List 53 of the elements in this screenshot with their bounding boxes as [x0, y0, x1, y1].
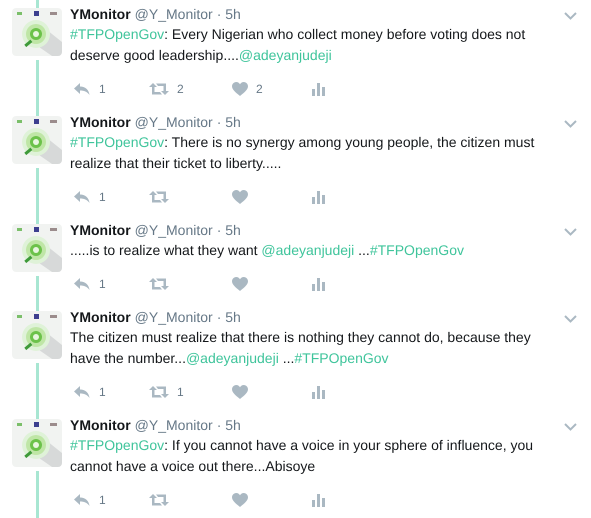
user-name[interactable]: YMonitor: [70, 112, 131, 132]
heart-icon[interactable]: [232, 493, 248, 507]
action-count: 1: [99, 189, 106, 205]
retweet-icon[interactable]: [149, 385, 169, 399]
user-handle[interactable]: @Y_Monitor: [134, 415, 213, 435]
analytics-icon[interactable]: [312, 386, 325, 398]
action-count: 2: [256, 81, 263, 97]
user-name[interactable]: YMonitor: [70, 4, 131, 24]
action-count: 1: [177, 384, 184, 400]
analytics-icon[interactable]: [312, 82, 325, 96]
reply-icon[interactable]: [73, 190, 91, 204]
tweet-text: .....is to realize what they want @adeyanjudeji ...#TFPOpenGov: [70, 241, 465, 260]
user-name[interactable]: YMonitor: [70, 415, 131, 435]
retweet-icon[interactable]: [149, 277, 169, 291]
user-name[interactable]: YMonitor: [70, 307, 131, 327]
action-count: 1: [99, 276, 106, 292]
analytics-icon[interactable]: [312, 494, 325, 506]
heart-icon[interactable]: [232, 82, 248, 96]
action-count: 1: [99, 492, 106, 508]
tweet-time[interactable]: · 5h: [216, 415, 241, 435]
user-name[interactable]: YMonitor: [70, 220, 131, 240]
heart-icon[interactable]: [232, 277, 248, 291]
tweet-text: #TFPOpenGov: If you cannot have a voice in your sphere of influence, you cannot have a voice out there...Abisoye: [70, 436, 534, 476]
action-count: 1: [99, 384, 106, 400]
chevron-down-icon[interactable]: [564, 228, 577, 236]
tweet-time[interactable]: · 5h: [216, 220, 241, 240]
user-handle[interactable]: @Y_Monitor: [134, 220, 213, 240]
reply-icon[interactable]: [73, 493, 91, 507]
user-handle[interactable]: @Y_Monitor: [134, 4, 213, 24]
chevron-down-icon[interactable]: [564, 315, 577, 323]
chevron-down-icon[interactable]: [564, 12, 577, 20]
retweet-icon[interactable]: [149, 493, 169, 507]
retweet-icon[interactable]: [149, 190, 169, 204]
heart-icon[interactable]: [232, 385, 248, 399]
tweet-text: The citizen must realize that there is nothing they cannot do, because they have the number...@adeyanjudeji ...#TFPOpenGov: [70, 328, 532, 368]
chevron-down-icon[interactable]: [564, 120, 577, 128]
tweet-time[interactable]: · 5h: [216, 112, 241, 132]
reply-icon[interactable]: [73, 385, 91, 399]
reply-icon[interactable]: [73, 277, 91, 291]
tweet-time[interactable]: · 5h: [216, 4, 241, 24]
tweet-text: #TFPOpenGov: Every Nigerian who collect money before voting does not deserve good leadership....@adeyanjudeji: [70, 25, 526, 65]
heart-icon[interactable]: [232, 190, 248, 204]
tweet-time[interactable]: · 5h: [216, 307, 241, 327]
retweet-icon[interactable]: [149, 82, 169, 96]
action-count: 2: [177, 81, 184, 97]
user-handle[interactable]: @Y_Monitor: [134, 112, 213, 132]
user-handle[interactable]: @Y_Monitor: [134, 307, 213, 327]
analytics-icon[interactable]: [312, 190, 325, 204]
action-count: 1: [99, 81, 106, 97]
analytics-icon[interactable]: [312, 278, 325, 290]
tweet-text: #TFPOpenGov: There is no synergy among young people, the citizen must realize that their ticket to liberty.....: [70, 133, 536, 173]
reply-icon[interactable]: [73, 82, 91, 96]
chevron-down-icon[interactable]: [564, 423, 577, 431]
